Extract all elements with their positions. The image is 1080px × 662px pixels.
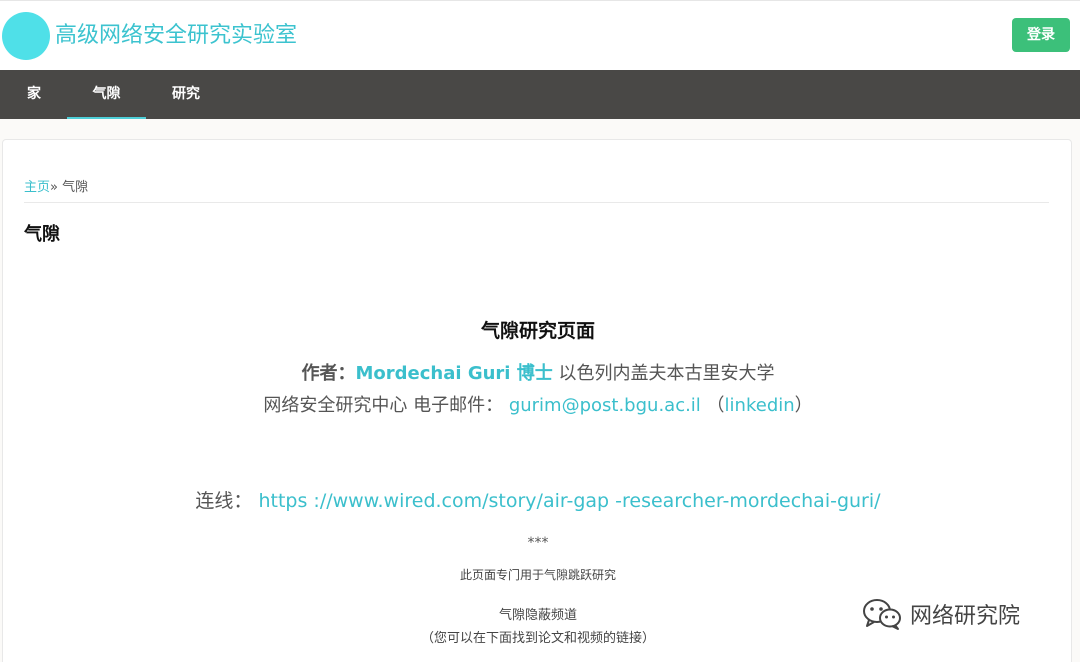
watermark: 网络研究院 [862, 596, 1020, 632]
watermark-text: 网络研究院 [910, 604, 1021, 629]
paren-open: （ [706, 395, 725, 416]
linkedin-link[interactable]: linkedin [725, 395, 795, 416]
nav-item-air-gap[interactable]: 气隙 [67, 70, 146, 119]
author-name-link[interactable]: Mordechai Guri 博士 [356, 363, 553, 384]
wired-article-link[interactable]: https ://www.wired.com/story/air-gap -re… [258, 490, 880, 512]
author-label: 作者： [301, 363, 356, 384]
login-button[interactable]: 登录 [1012, 18, 1070, 52]
email-link[interactable]: gurim@post.bgu.ac.il [509, 395, 701, 416]
site-header: 高级网络安全研究实验室 登录 [0, 0, 1080, 70]
author-line: 作者：Mordechai Guri 博士 以色列内盖夫本古里安大学 [3, 359, 1073, 385]
breadcrumb: 主页» 气隙 [24, 176, 88, 195]
site-logo[interactable] [2, 12, 50, 60]
email-line: 网络安全研究中心 电子邮件： gurim@post.bgu.ac.il （lin… [3, 391, 1073, 417]
breadcrumb-divider [24, 202, 1049, 203]
nav-item-home[interactable]: 家 [0, 70, 68, 119]
content-card: 主页» 气隙 气隙 气隙研究页面 作者：Mordechai Guri 博士 以色… [2, 139, 1072, 662]
affiliation-text: 以色列内盖夫本古里安大学 [558, 363, 775, 384]
stars-separator: *** [527, 535, 549, 551]
paren-close: ） [794, 395, 813, 416]
content-heading: 气隙研究页面 [480, 320, 595, 342]
wechat-icon [863, 599, 901, 630]
connect-line: 连线： https ://www.wired.com/story/air-gap… [3, 486, 1073, 513]
nav-item-research[interactable]: 研究 [146, 70, 226, 119]
breadcrumb-current: 气隙 [62, 180, 89, 195]
connect-label: 连线： [195, 490, 253, 512]
page-title: 气隙 [24, 224, 60, 245]
main-nav: 家 气隙 研究 [0, 70, 1080, 119]
breadcrumb-separator: » [50, 180, 63, 195]
dedicated-text: 此页面专门用于气隙跳跃研究 [459, 568, 616, 582]
breadcrumb-home-link[interactable]: 主页 [24, 180, 50, 195]
center-email-label: 网络安全研究中心 电子邮件： [263, 395, 504, 416]
site-title[interactable]: 高级网络安全研究实验室 [55, 20, 297, 52]
